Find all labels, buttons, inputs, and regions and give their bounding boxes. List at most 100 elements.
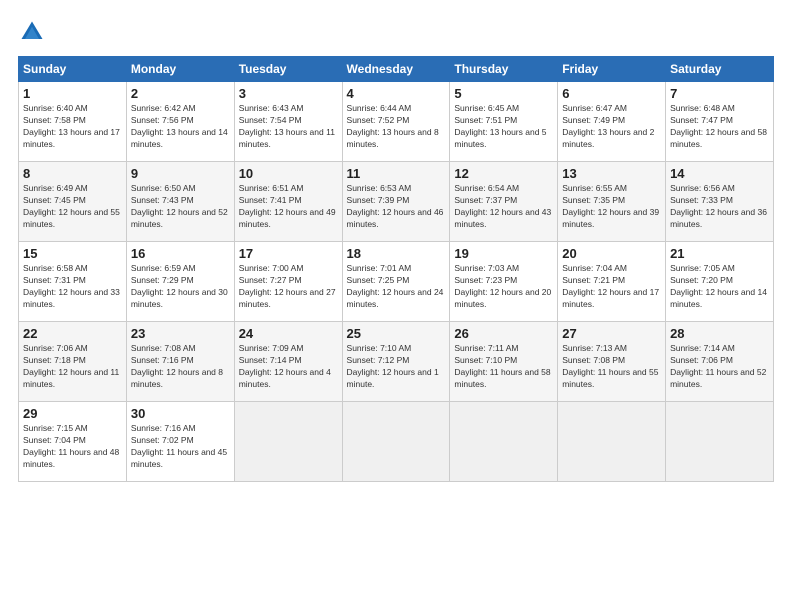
day-detail: Sunrise: 7:08 AM Sunset: 7:16 PM Dayligh…: [131, 343, 230, 391]
calendar-cell: 29 Sunrise: 7:15 AM Sunset: 7:04 PM Dayl…: [19, 402, 127, 482]
col-wednesday: Wednesday: [342, 57, 450, 82]
day-number: 21: [670, 246, 769, 261]
calendar-cell: 25 Sunrise: 7:10 AM Sunset: 7:12 PM Dayl…: [342, 322, 450, 402]
calendar-cell: 16 Sunrise: 6:59 AM Sunset: 7:29 PM Dayl…: [126, 242, 234, 322]
calendar-cell: [342, 402, 450, 482]
calendar-cell: 28 Sunrise: 7:14 AM Sunset: 7:06 PM Dayl…: [666, 322, 774, 402]
calendar-cell: 22 Sunrise: 7:06 AM Sunset: 7:18 PM Dayl…: [19, 322, 127, 402]
calendar-cell: 7 Sunrise: 6:48 AM Sunset: 7:47 PM Dayli…: [666, 82, 774, 162]
calendar-week-2: 8 Sunrise: 6:49 AM Sunset: 7:45 PM Dayli…: [19, 162, 774, 242]
day-number: 28: [670, 326, 769, 341]
day-detail: Sunrise: 6:50 AM Sunset: 7:43 PM Dayligh…: [131, 183, 230, 231]
calendar-cell: [234, 402, 342, 482]
day-number: 23: [131, 326, 230, 341]
day-number: 18: [347, 246, 446, 261]
calendar-cell: [666, 402, 774, 482]
day-detail: Sunrise: 6:54 AM Sunset: 7:37 PM Dayligh…: [454, 183, 553, 231]
day-number: 30: [131, 406, 230, 421]
page: Sunday Monday Tuesday Wednesday Thursday…: [0, 0, 792, 612]
day-detail: Sunrise: 7:03 AM Sunset: 7:23 PM Dayligh…: [454, 263, 553, 311]
calendar-cell: 19 Sunrise: 7:03 AM Sunset: 7:23 PM Dayl…: [450, 242, 558, 322]
logo: [18, 18, 50, 46]
calendar-cell: [558, 402, 666, 482]
col-monday: Monday: [126, 57, 234, 82]
day-number: 8: [23, 166, 122, 181]
day-number: 14: [670, 166, 769, 181]
calendar-cell: 3 Sunrise: 6:43 AM Sunset: 7:54 PM Dayli…: [234, 82, 342, 162]
calendar-cell: 23 Sunrise: 7:08 AM Sunset: 7:16 PM Dayl…: [126, 322, 234, 402]
calendar-cell: 6 Sunrise: 6:47 AM Sunset: 7:49 PM Dayli…: [558, 82, 666, 162]
calendar-cell: 9 Sunrise: 6:50 AM Sunset: 7:43 PM Dayli…: [126, 162, 234, 242]
calendar-cell: 8 Sunrise: 6:49 AM Sunset: 7:45 PM Dayli…: [19, 162, 127, 242]
day-detail: Sunrise: 6:49 AM Sunset: 7:45 PM Dayligh…: [23, 183, 122, 231]
calendar-cell: 4 Sunrise: 6:44 AM Sunset: 7:52 PM Dayli…: [342, 82, 450, 162]
calendar-week-5: 29 Sunrise: 7:15 AM Sunset: 7:04 PM Dayl…: [19, 402, 774, 482]
day-number: 26: [454, 326, 553, 341]
day-detail: Sunrise: 6:51 AM Sunset: 7:41 PM Dayligh…: [239, 183, 338, 231]
day-number: 22: [23, 326, 122, 341]
logo-icon: [18, 18, 46, 46]
calendar-cell: 30 Sunrise: 7:16 AM Sunset: 7:02 PM Dayl…: [126, 402, 234, 482]
day-detail: Sunrise: 7:10 AM Sunset: 7:12 PM Dayligh…: [347, 343, 446, 391]
calendar-cell: 17 Sunrise: 7:00 AM Sunset: 7:27 PM Dayl…: [234, 242, 342, 322]
col-tuesday: Tuesday: [234, 57, 342, 82]
day-detail: Sunrise: 7:06 AM Sunset: 7:18 PM Dayligh…: [23, 343, 122, 391]
calendar-week-4: 22 Sunrise: 7:06 AM Sunset: 7:18 PM Dayl…: [19, 322, 774, 402]
calendar-cell: 26 Sunrise: 7:11 AM Sunset: 7:10 PM Dayl…: [450, 322, 558, 402]
day-detail: Sunrise: 6:59 AM Sunset: 7:29 PM Dayligh…: [131, 263, 230, 311]
col-friday: Friday: [558, 57, 666, 82]
day-detail: Sunrise: 6:44 AM Sunset: 7:52 PM Dayligh…: [347, 103, 446, 151]
calendar-cell: [450, 402, 558, 482]
day-detail: Sunrise: 7:05 AM Sunset: 7:20 PM Dayligh…: [670, 263, 769, 311]
col-saturday: Saturday: [666, 57, 774, 82]
day-detail: Sunrise: 7:15 AM Sunset: 7:04 PM Dayligh…: [23, 423, 122, 471]
day-number: 10: [239, 166, 338, 181]
day-detail: Sunrise: 6:40 AM Sunset: 7:58 PM Dayligh…: [23, 103, 122, 151]
calendar-cell: 15 Sunrise: 6:58 AM Sunset: 7:31 PM Dayl…: [19, 242, 127, 322]
day-detail: Sunrise: 7:13 AM Sunset: 7:08 PM Dayligh…: [562, 343, 661, 391]
day-number: 25: [347, 326, 446, 341]
calendar-cell: 14 Sunrise: 6:56 AM Sunset: 7:33 PM Dayl…: [666, 162, 774, 242]
day-detail: Sunrise: 6:55 AM Sunset: 7:35 PM Dayligh…: [562, 183, 661, 231]
day-number: 24: [239, 326, 338, 341]
col-thursday: Thursday: [450, 57, 558, 82]
calendar-cell: 2 Sunrise: 6:42 AM Sunset: 7:56 PM Dayli…: [126, 82, 234, 162]
calendar-cell: 24 Sunrise: 7:09 AM Sunset: 7:14 PM Dayl…: [234, 322, 342, 402]
day-detail: Sunrise: 7:11 AM Sunset: 7:10 PM Dayligh…: [454, 343, 553, 391]
day-number: 12: [454, 166, 553, 181]
day-detail: Sunrise: 6:47 AM Sunset: 7:49 PM Dayligh…: [562, 103, 661, 151]
calendar: Sunday Monday Tuesday Wednesday Thursday…: [18, 56, 774, 482]
day-number: 15: [23, 246, 122, 261]
day-detail: Sunrise: 7:09 AM Sunset: 7:14 PM Dayligh…: [239, 343, 338, 391]
day-number: 9: [131, 166, 230, 181]
calendar-cell: 12 Sunrise: 6:54 AM Sunset: 7:37 PM Dayl…: [450, 162, 558, 242]
calendar-week-3: 15 Sunrise: 6:58 AM Sunset: 7:31 PM Dayl…: [19, 242, 774, 322]
calendar-cell: 13 Sunrise: 6:55 AM Sunset: 7:35 PM Dayl…: [558, 162, 666, 242]
day-detail: Sunrise: 7:01 AM Sunset: 7:25 PM Dayligh…: [347, 263, 446, 311]
calendar-cell: 11 Sunrise: 6:53 AM Sunset: 7:39 PM Dayl…: [342, 162, 450, 242]
day-detail: Sunrise: 7:16 AM Sunset: 7:02 PM Dayligh…: [131, 423, 230, 471]
day-detail: Sunrise: 6:53 AM Sunset: 7:39 PM Dayligh…: [347, 183, 446, 231]
day-number: 7: [670, 86, 769, 101]
day-detail: Sunrise: 6:58 AM Sunset: 7:31 PM Dayligh…: [23, 263, 122, 311]
calendar-cell: 21 Sunrise: 7:05 AM Sunset: 7:20 PM Dayl…: [666, 242, 774, 322]
day-number: 3: [239, 86, 338, 101]
day-number: 5: [454, 86, 553, 101]
calendar-week-1: 1 Sunrise: 6:40 AM Sunset: 7:58 PM Dayli…: [19, 82, 774, 162]
calendar-cell: 27 Sunrise: 7:13 AM Sunset: 7:08 PM Dayl…: [558, 322, 666, 402]
day-detail: Sunrise: 6:56 AM Sunset: 7:33 PM Dayligh…: [670, 183, 769, 231]
day-number: 27: [562, 326, 661, 341]
day-number: 11: [347, 166, 446, 181]
day-number: 6: [562, 86, 661, 101]
day-detail: Sunrise: 6:42 AM Sunset: 7:56 PM Dayligh…: [131, 103, 230, 151]
day-number: 2: [131, 86, 230, 101]
day-detail: Sunrise: 7:04 AM Sunset: 7:21 PM Dayligh…: [562, 263, 661, 311]
day-number: 20: [562, 246, 661, 261]
day-number: 19: [454, 246, 553, 261]
day-number: 13: [562, 166, 661, 181]
day-detail: Sunrise: 7:14 AM Sunset: 7:06 PM Dayligh…: [670, 343, 769, 391]
calendar-cell: 18 Sunrise: 7:01 AM Sunset: 7:25 PM Dayl…: [342, 242, 450, 322]
calendar-cell: 5 Sunrise: 6:45 AM Sunset: 7:51 PM Dayli…: [450, 82, 558, 162]
header: [18, 18, 774, 46]
day-detail: Sunrise: 7:00 AM Sunset: 7:27 PM Dayligh…: [239, 263, 338, 311]
